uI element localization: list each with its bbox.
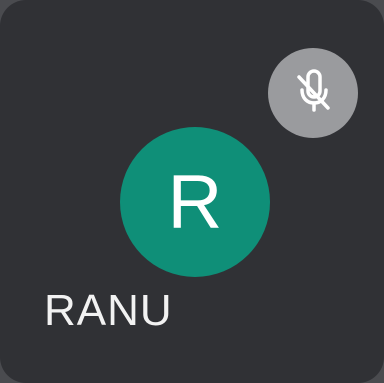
mic-off-icon: [297, 69, 330, 112]
avatar: R: [120, 127, 270, 277]
participant-name: RANU: [44, 286, 173, 335]
avatar-initial: R: [167, 160, 223, 245]
mic-off-button[interactable]: [268, 48, 358, 138]
participant-tile[interactable]: R RANU: [0, 0, 384, 383]
